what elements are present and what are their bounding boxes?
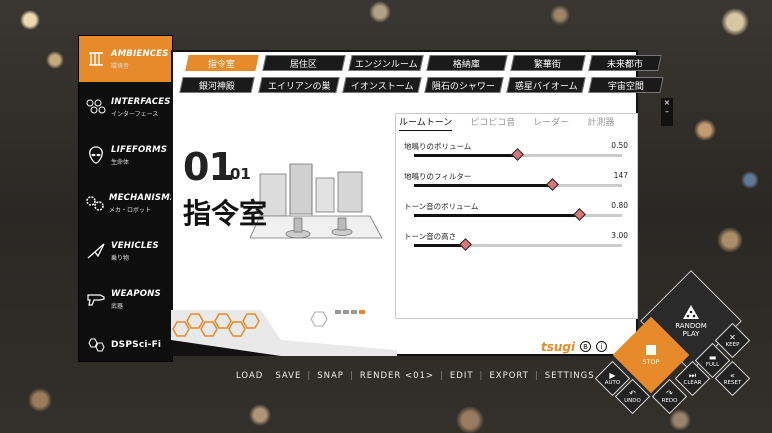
export-button[interactable]: EXPORT (483, 371, 535, 381)
bottom-menubar: LOAD SAVE | SNAP | RENDER <01> | EDIT | … (230, 366, 601, 386)
redo-icon: ↷ (666, 388, 673, 398)
tab-scene-9[interactable]: イオンストーム (342, 77, 422, 93)
sidebar-item-sub: 環境音 (111, 62, 130, 70)
hexagon-decoration (171, 310, 397, 356)
load-button[interactable]: LOAD (230, 371, 269, 381)
tab-scene-2[interactable]: 居住区 (262, 55, 346, 71)
scene-title: 指令室 (183, 197, 268, 230)
hexagons-icon (85, 334, 107, 356)
sidebar-item-lifeforms[interactable]: LIFEFORMS 生命体 (79, 131, 172, 179)
random-play-label: RANDOM PLAY (675, 322, 707, 338)
sidebar-item-mechanisms[interactable]: MECHANISMS メカ・ロボット (79, 179, 176, 227)
undo-icon: ↶ (629, 388, 636, 398)
sidebar-item-label: LIFEFORMS (111, 144, 168, 155)
save-button[interactable]: SAVE (269, 371, 307, 381)
sidebar-item-dspscifi[interactable]: DSPSci-Fi (79, 321, 172, 369)
tab-scene-11[interactable]: 惑星バイオーム (506, 77, 586, 93)
sidebar-item-sub: 生命体 (111, 158, 130, 166)
stop-label: STOP (642, 357, 660, 366)
keep-label: KEEP (725, 341, 740, 348)
tab-scene-3[interactable]: エンジンルーム (348, 55, 424, 71)
sidebar-item-label: WEAPONS (111, 288, 161, 299)
tab-scene-1[interactable]: 指令室 (185, 55, 259, 71)
window-controls: × – (661, 98, 673, 126)
full-icon: ▬ (708, 352, 717, 362)
param-value: 0.50 (611, 141, 628, 150)
info-icon[interactable]: i (596, 341, 607, 352)
x-icon: ✕ (729, 332, 736, 342)
tab-scene-4[interactable]: 格納庫 (426, 55, 508, 71)
tsugi-logo: tsugi (541, 340, 576, 354)
param-value: 0.80 (611, 201, 628, 210)
tab-scene-10[interactable]: 隕石のシャワー (424, 77, 504, 93)
raygun-icon (85, 288, 107, 310)
category-sidebar: AMBIENCES 環境音 INTERFACES インターフェース LIFEFO… (78, 35, 176, 362)
sidebar-item-label: MECHANISMS (109, 192, 177, 203)
rewind-icon: « (730, 370, 735, 380)
spaceship-icon (85, 240, 107, 262)
slider-track[interactable] (414, 178, 622, 191)
tab-scene-7[interactable]: 銀河神殿 (179, 77, 255, 93)
gears-icon (85, 192, 105, 214)
sidebar-item-interfaces[interactable]: INTERFACES インターフェース (79, 83, 172, 131)
auto-label: AUTO (604, 379, 621, 386)
tab-radar[interactable]: レーダー (533, 115, 569, 131)
sidebar-item-sub: 乗り物 (111, 254, 130, 262)
param-value: 147 (613, 171, 628, 180)
sidebar-item-weapons[interactable]: WEAPONS 武器 (79, 275, 172, 323)
full-label: FULL (705, 361, 720, 368)
tab-scene-6[interactable]: 未来都市 (588, 55, 662, 71)
tab-scene-5[interactable]: 繁華街 (510, 55, 586, 71)
sidebar-item-sub: メカ・ロボット (109, 206, 152, 214)
slider-track[interactable] (414, 148, 622, 161)
b-icon[interactable]: B (580, 341, 591, 352)
triangle-dice-icon (683, 305, 699, 319)
skip-icon: ⏭ (688, 370, 697, 380)
undo-label: UNDO (624, 397, 641, 404)
sidebar-item-ambiences[interactable]: AMBIENCES 環境音 (79, 36, 172, 82)
param-label: トーン音のボリューム (404, 202, 479, 211)
reset-label: RESET (723, 379, 742, 386)
param-label: トーン音の高さ (404, 232, 457, 241)
param-slider-1: 地鳴りのボリューム 0.50 (404, 141, 628, 161)
scene-sub-number: 01 (230, 165, 251, 183)
param-label: 地鳴りのフィルター (404, 172, 472, 181)
param-slider-3: トーン音のボリューム 0.80 (404, 201, 628, 221)
tab-beeps[interactable]: ピコピコ音 (470, 115, 515, 131)
sidebar-item-label: AMBIENCES (111, 48, 169, 59)
pillars-icon (85, 48, 107, 70)
nodes-icon (85, 96, 107, 118)
sidebar-item-vehicles[interactable]: VEHICLES 乗り物 (79, 227, 172, 275)
settings-button[interactable]: SETTINGS (539, 371, 601, 381)
sidebar-item-label: DSPSci-Fi (111, 340, 162, 350)
tab-scene-8[interactable]: エイリアンの巣 (258, 77, 340, 93)
param-slider-2: 地鳴りのフィルター 147 (404, 171, 628, 191)
redo-label: REDO (661, 397, 678, 404)
param-slider-4: トーン音の高さ 3.00 (404, 231, 628, 251)
slider-track[interactable] (414, 208, 622, 221)
play-icon: ▶ (609, 370, 616, 380)
sidebar-item-label: INTERFACES (111, 96, 171, 107)
sidebar-item-sub: インターフェース (111, 110, 159, 118)
sidebar-item-sub: 武器 (111, 302, 124, 310)
render-button[interactable]: RENDER <01> (354, 371, 440, 381)
edit-button[interactable]: EDIT (444, 371, 480, 381)
param-value: 3.00 (611, 231, 628, 240)
sidebar-item-label: VEHICLES (111, 240, 159, 251)
snap-button[interactable]: SNAP (311, 371, 350, 381)
tab-gauges[interactable]: 計測器 (587, 115, 614, 131)
close-icon[interactable]: × (661, 98, 673, 107)
alien-icon (85, 144, 107, 166)
clear-label: CLEAR (683, 379, 702, 386)
slider-track[interactable] (414, 238, 622, 251)
minimize-icon[interactable]: – (661, 107, 673, 116)
stop-icon (646, 344, 656, 355)
scene-number: 01 (183, 145, 235, 189)
tab-room-tone[interactable]: ルームトーン (399, 115, 453, 131)
tab-scene-12[interactable]: 宇宙空間 (588, 77, 664, 93)
control-room-illustration (250, 163, 383, 239)
parameter-tabs: ルームトーン ピコピコ音 レーダー 計測器 (399, 115, 632, 131)
